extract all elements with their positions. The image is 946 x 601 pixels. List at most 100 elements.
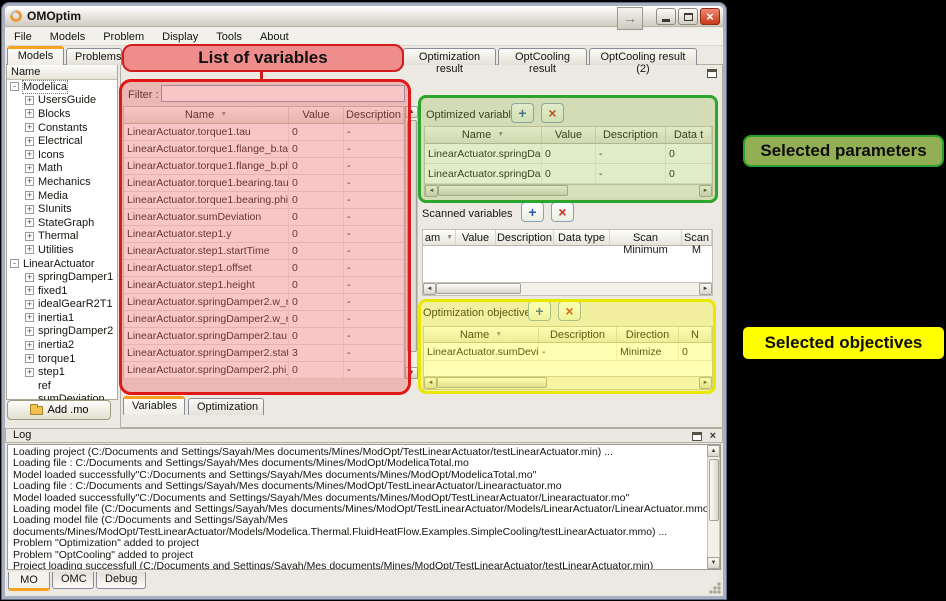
tab-problems[interactable]: Problems <box>66 48 122 65</box>
tree-expand-icon[interactable]: + <box>25 109 34 118</box>
objectives-remove-button[interactable]: × <box>558 301 581 321</box>
tree-expand-icon[interactable]: + <box>25 177 34 186</box>
column-header-datatype[interactable]: Data t <box>666 127 712 143</box>
column-header-description[interactable]: Description <box>596 127 666 143</box>
tab-optimization-result[interactable]: Optimization result <box>403 48 496 65</box>
tree-item[interactable]: + Icons <box>7 148 117 162</box>
column-header-name[interactable]: Name ▼ <box>424 327 539 342</box>
column-header-name[interactable]: Name ▼ <box>124 107 289 123</box>
tab-optcooling-result-2[interactable]: OptCooling result (2) <box>589 48 697 65</box>
menu-display[interactable]: Display <box>153 29 207 45</box>
scroll-thumb[interactable] <box>436 283 521 294</box>
tree-expand-icon[interactable]: + <box>25 164 34 173</box>
close-panel-icon[interactable]: × <box>710 432 716 441</box>
scroll-up-button[interactable]: ▲ <box>405 106 418 118</box>
table-row[interactable]: LinearActuator.sumDeviation - Minimize 0 <box>424 343 712 361</box>
scroll-down-button[interactable]: ▼ <box>405 367 418 379</box>
objectives-hscrollbar[interactable]: ◄ ► <box>424 376 712 389</box>
optimized-hscrollbar[interactable]: ◄ ► <box>425 184 712 197</box>
tree-item[interactable]: + idealGearR2T1 <box>7 298 117 312</box>
scanned-hscrollbar[interactable]: ◄ ► <box>423 282 712 295</box>
scroll-thumb[interactable] <box>438 185 568 196</box>
table-row[interactable]: LinearActuator.springDamper2.tau 0 - <box>124 328 404 345</box>
tree-item[interactable]: + inertia2 <box>7 338 117 352</box>
column-header-value[interactable]: Value <box>289 107 344 123</box>
table-row[interactable]: LinearActuator.step1.offset 0 - <box>124 260 404 277</box>
scroll-right-button[interactable]: ► <box>699 377 712 389</box>
tree-item[interactable]: - Modelica <box>7 80 117 94</box>
scroll-left-button[interactable]: ◄ <box>423 283 436 295</box>
scanned-remove-button[interactable]: × <box>551 202 574 222</box>
filter-input[interactable] <box>161 85 405 102</box>
tree-expand-icon[interactable]: + <box>25 245 34 254</box>
tree-item[interactable]: + step1 <box>7 365 117 379</box>
menu-models[interactable]: Models <box>41 29 94 45</box>
tree-expand-icon[interactable]: + <box>25 341 34 350</box>
table-row[interactable]: LinearActuator.springDamper2.w_rel_start… <box>124 294 404 311</box>
column-header-name[interactable]: am ▼ <box>423 230 456 245</box>
column-header-description[interactable]: Description <box>496 230 554 245</box>
tree-item[interactable]: + fixed1 <box>7 284 117 298</box>
tree-item[interactable]: + Media <box>7 189 117 203</box>
tree-expand-icon[interactable]: + <box>25 232 34 241</box>
column-header-description[interactable]: Description <box>344 107 404 123</box>
tree-expand-icon[interactable]: + <box>25 218 34 227</box>
tree-expand-icon[interactable]: + <box>25 191 34 200</box>
scanned-add-button[interactable]: + <box>521 202 544 222</box>
table-row[interactable]: LinearActuator.springDamper2.d 0 - 0 <box>425 144 712 164</box>
tree-item[interactable]: + SIunits <box>7 202 117 216</box>
tree-expand-icon[interactable]: + <box>25 300 34 309</box>
tree-expand-icon[interactable]: + <box>25 286 34 295</box>
resize-grip[interactable] <box>709 582 721 594</box>
tree-item[interactable]: + Constants <box>7 121 117 135</box>
tab-mo[interactable]: MO <box>8 572 50 591</box>
scroll-left-button[interactable]: ◄ <box>424 377 437 389</box>
column-header-n[interactable]: N <box>679 327 712 342</box>
column-header-datatype[interactable]: Data type <box>554 230 610 245</box>
tab-optcooling-result[interactable]: OptCooling result <box>498 48 587 65</box>
title-bar[interactable]: OMOptim <box>5 6 723 27</box>
scroll-thumb[interactable] <box>709 459 719 521</box>
tree-expand-icon[interactable]: - <box>10 259 19 268</box>
tree-item[interactable]: + Mechanics <box>7 175 117 189</box>
scroll-down-button[interactable]: ▼ <box>707 557 720 569</box>
tree-item[interactable]: ref <box>7 379 117 393</box>
float-panel-icon[interactable] <box>692 432 702 441</box>
variables-table-scrollbar[interactable]: ▲ ▼ <box>405 106 418 379</box>
tree-item[interactable]: + Thermal <box>7 230 117 244</box>
menu-tools[interactable]: Tools <box>207 29 251 45</box>
minimize-button[interactable] <box>656 8 676 25</box>
column-header-scan-maximum[interactable]: Scan M <box>682 230 712 245</box>
scroll-right-button[interactable]: ► <box>699 283 712 295</box>
tree-expand-icon[interactable]: + <box>25 273 34 282</box>
table-row[interactable]: LinearActuator.step1.y 0 - <box>124 226 404 243</box>
close-button[interactable]: × <box>700 8 720 25</box>
table-row[interactable]: LinearActuator.torque1.bearing.tau 0 - <box>124 175 404 192</box>
column-header-scan-minimum[interactable]: Scan Minimum <box>610 230 682 245</box>
maximize-button[interactable] <box>678 8 698 25</box>
column-header-value[interactable]: Value <box>456 230 496 245</box>
menu-problem[interactable]: Problem <box>94 29 153 45</box>
tree-expand-icon[interactable]: + <box>25 327 34 336</box>
scroll-left-button[interactable]: ◄ <box>425 185 438 197</box>
tree-item[interactable]: + springDamper1 <box>7 270 117 284</box>
table-row[interactable]: LinearActuator.torque1.flange_b.tau 0 - <box>124 141 404 158</box>
table-row[interactable]: LinearActuator.torque1.tau 0 - <box>124 124 404 141</box>
tab-optimization[interactable]: Optimization <box>188 398 264 415</box>
tree-expand-icon[interactable]: + <box>25 150 34 159</box>
tree-item[interactable]: + springDamper2 <box>7 325 117 339</box>
table-row[interactable]: LinearActuator.torque1.bearing.phi 0 - <box>124 192 404 209</box>
tab-variables[interactable]: Variables <box>123 396 185 415</box>
table-row[interactable]: LinearActuator.step1.startTime 0 - <box>124 243 404 260</box>
column-header-description[interactable]: Description <box>539 327 617 342</box>
tree-item[interactable]: + Electrical <box>7 134 117 148</box>
tree-expand-icon[interactable]: + <box>25 123 34 132</box>
objectives-add-button[interactable]: + <box>528 301 551 321</box>
menu-about[interactable]: About <box>251 29 298 45</box>
tree-item[interactable]: + torque1 <box>7 352 117 366</box>
table-row[interactable]: LinearActuator.torque1.flange_b.phi 0 - <box>124 158 404 175</box>
tree-item[interactable]: + UsersGuide <box>7 94 117 108</box>
tree-item[interactable]: - LinearActuator <box>7 257 117 271</box>
table-row[interactable]: LinearActuator.springDamper2.phi_rel_sta… <box>124 362 404 379</box>
scroll-thumb[interactable] <box>407 120 417 352</box>
